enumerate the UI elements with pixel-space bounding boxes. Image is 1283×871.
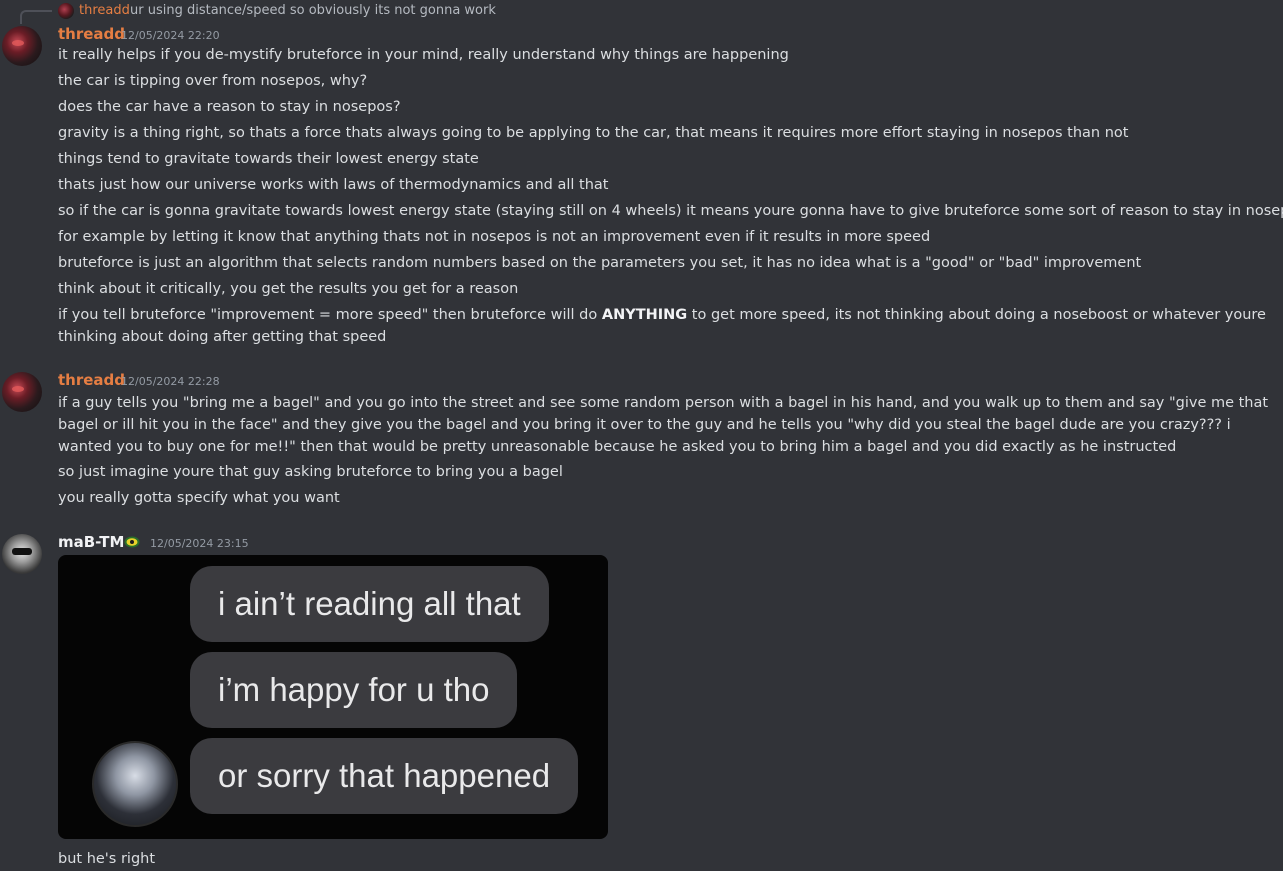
- message-line: it really helps if you de-mystify brutef…: [58, 47, 789, 63]
- message-line: gravity is a thing right, so thats a for…: [58, 125, 1129, 141]
- message-line: the car is tipping over from nosepos, wh…: [58, 73, 368, 89]
- message-line: things tend to gravitate towards their l…: [58, 151, 479, 167]
- reply-spine: [20, 10, 52, 24]
- message-timestamp[interactable]: 12/05/2024 23:15: [150, 537, 249, 550]
- meme-bubble: or sorry that happened: [190, 738, 579, 814]
- message-line: bruteforce is just an algorithm that sel…: [58, 255, 1142, 271]
- image-attachment[interactable]: i ain’t reading all that i’m happy for u…: [58, 555, 608, 839]
- message-line: think about it critically, you get the r…: [58, 281, 519, 297]
- message-paragraph: if a guy tells you "bring me a bagel" an…: [58, 395, 1269, 455]
- message-line: so just imagine youre that guy asking br…: [58, 464, 563, 480]
- reply-author[interactable]: threadd: [79, 3, 130, 18]
- message-timestamp[interactable]: 12/05/2024 22:20: [121, 29, 220, 42]
- message-line: but he's right: [58, 851, 156, 867]
- reply-avatar[interactable]: [58, 3, 74, 19]
- meme-avatar: [92, 741, 178, 827]
- reply-reference[interactable]: threadd ur using distance/speed so obvio…: [0, 0, 1283, 24]
- meme-bubble: i ain’t reading all that: [190, 566, 549, 642]
- bold-text: ANYTHING: [601, 307, 688, 323]
- message-author[interactable]: maB-TM: [58, 533, 124, 551]
- message-timestamp[interactable]: 12/05/2024 22:28: [121, 375, 220, 388]
- message-line: if you tell bruteforce "improvement = mo…: [58, 304, 1280, 348]
- reply-preview-text[interactable]: ur using distance/speed so obviously its…: [130, 3, 496, 18]
- message-line: so if the car is gonna gravitate towards…: [58, 203, 1283, 219]
- avatar[interactable]: [2, 26, 42, 66]
- message-author[interactable]: threadd: [58, 25, 125, 43]
- message-line: you really gotta specify what you want: [58, 490, 340, 506]
- message-line: thats just how our universe works with l…: [58, 177, 609, 193]
- avatar[interactable]: [2, 534, 42, 574]
- message-author[interactable]: threadd: [58, 371, 125, 389]
- message-line: for example by letting it know that anyt…: [58, 229, 931, 245]
- avatar[interactable]: [2, 372, 42, 412]
- gear-badge-icon[interactable]: [124, 536, 140, 548]
- meme-bubble: i’m happy for u tho: [190, 652, 518, 728]
- text-run: if you tell bruteforce "improvement = mo…: [58, 307, 602, 323]
- message-line: does the car have a reason to stay in no…: [58, 99, 401, 115]
